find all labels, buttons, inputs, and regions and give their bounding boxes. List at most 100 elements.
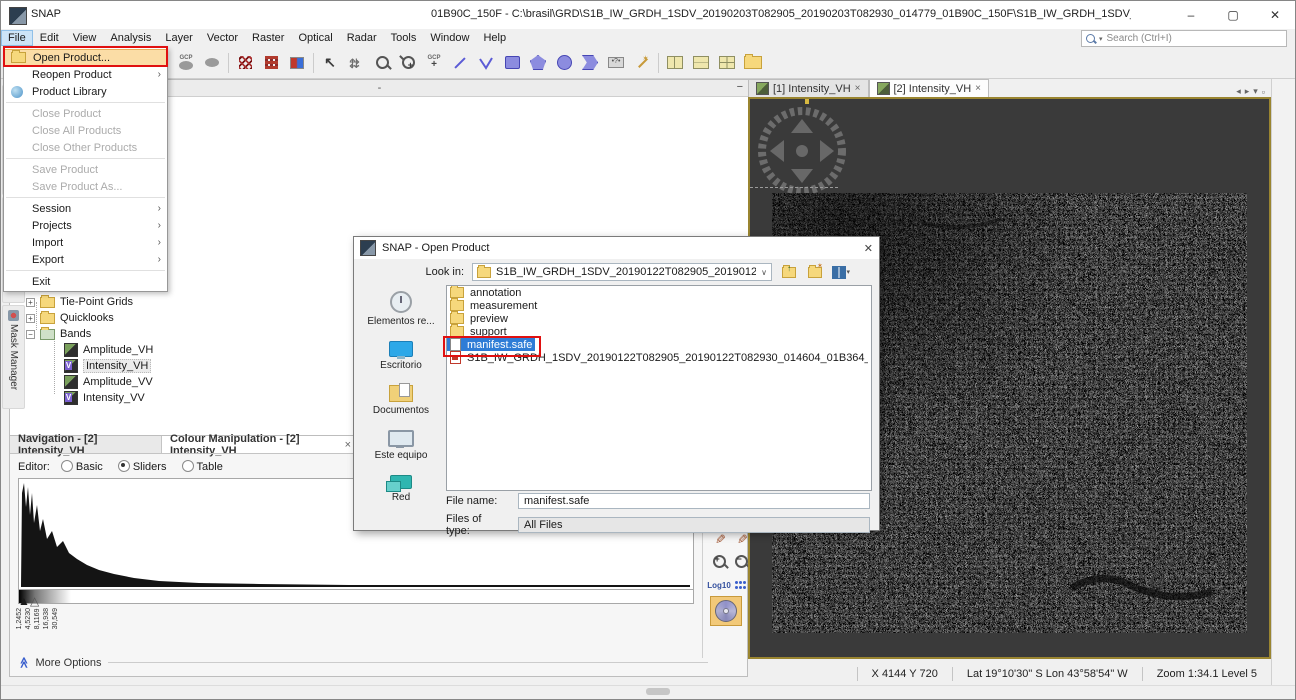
- tile-grid-icon[interactable]: [714, 51, 740, 75]
- ellipse-draw-icon[interactable]: [551, 51, 577, 75]
- tile-horizontally-icon[interactable]: [662, 51, 688, 75]
- tab-navigation[interactable]: Navigation - [2] Intensity_VH: [10, 436, 162, 454]
- file-row-report[interactable]: S1B_IW_GRDH_1SDV_20190122T082905_2019012…: [447, 351, 871, 364]
- place-documents[interactable]: Documentos: [361, 385, 441, 416]
- menu-window[interactable]: Window: [423, 30, 476, 46]
- pin-plus-icon[interactable]: +: [395, 51, 421, 75]
- tile-vertically-icon[interactable]: [688, 51, 714, 75]
- zoom-in-icon[interactable]: +: [708, 552, 730, 570]
- tab-colour-manipulation[interactable]: Colour Manipulation - [2] Intensity_VH ×: [162, 436, 360, 454]
- tree-item-bands[interactable]: − Bands: [26, 327, 91, 341]
- open-products-folder-icon[interactable]: [740, 51, 766, 75]
- pin-manager-icon[interactable]: [199, 51, 225, 75]
- dialog-title-bar[interactable]: SNAP - Open Product ✕: [354, 237, 879, 259]
- line-draw-icon[interactable]: [447, 51, 473, 75]
- menu-file[interactable]: File: [1, 30, 33, 46]
- search-input[interactable]: ▾ Search (Ctrl+I): [1081, 30, 1287, 47]
- horizontal-scrollbar-thumb[interactable]: [646, 688, 670, 695]
- menu-item-exit[interactable]: Exit: [4, 273, 167, 290]
- pan-tool-icon[interactable]: ⇅⇄: [343, 51, 369, 75]
- menu-optical[interactable]: Optical: [291, 30, 339, 46]
- folder-row-measurement[interactable]: measurement: [447, 299, 871, 312]
- more-options-row[interactable]: ≪ More Options: [18, 656, 708, 669]
- menu-help[interactable]: Help: [476, 30, 513, 46]
- tree-item-amplitude-vh[interactable]: Amplitude_VH: [64, 343, 153, 357]
- place-this-pc[interactable]: Este equipo: [361, 430, 441, 461]
- folder-row-support[interactable]: support: [447, 325, 871, 338]
- menu-item-projects[interactable]: Projects›: [4, 217, 167, 234]
- maximize-button[interactable]: ▢: [1213, 1, 1253, 29]
- pan-compass-control[interactable]: [756, 105, 848, 197]
- close-button[interactable]: ✕: [1255, 1, 1295, 29]
- graph-builder-icon[interactable]: [232, 51, 258, 75]
- file-name-input[interactable]: manifest.safe: [518, 493, 870, 509]
- menu-item-import[interactable]: Import›: [4, 234, 167, 251]
- tree-item-intensity-vv[interactable]: Intensity_VV: [64, 391, 145, 405]
- tree-item-intensity-vh[interactable]: Intensity_VH: [64, 359, 151, 373]
- folder-row-preview[interactable]: preview: [447, 312, 871, 325]
- menu-radar[interactable]: Radar: [340, 30, 384, 46]
- files-of-type-combobox[interactable]: All Files: [518, 517, 870, 533]
- slider-handle-dark[interactable]: ▲: [18, 596, 30, 606]
- scroll-tabs-left-icon[interactable]: ◂: [1236, 86, 1241, 97]
- expand-icon[interactable]: +: [26, 298, 35, 307]
- tab-close-icon[interactable]: ×: [975, 83, 981, 94]
- palette-chooser-button[interactable]: [710, 596, 742, 626]
- polygon-draw-icon[interactable]: [525, 51, 551, 75]
- polyline-draw-icon[interactable]: [473, 51, 499, 75]
- radio-basic[interactable]: Basic: [61, 461, 103, 473]
- menu-raster[interactable]: Raster: [245, 30, 291, 46]
- menu-vector[interactable]: Vector: [200, 30, 245, 46]
- tree-item-amplitude-vv[interactable]: Amplitude_VV: [64, 375, 153, 389]
- maximize-view-icon[interactable]: ▫: [1262, 87, 1265, 97]
- radio-sliders[interactable]: Sliders: [118, 461, 167, 473]
- minimize-button[interactable]: –: [1171, 1, 1211, 29]
- tab-close-icon[interactable]: ×: [345, 439, 351, 451]
- radio-table[interactable]: Table: [182, 461, 223, 473]
- zoom-tool-icon[interactable]: [369, 51, 395, 75]
- menu-view[interactable]: View: [66, 30, 104, 46]
- tree-item-quicklooks[interactable]: + Quicklooks: [26, 311, 114, 325]
- look-in-combobox[interactable]: S1B_IW_GRDH_1SDV_20190122T082905_2019012…: [472, 263, 772, 281]
- tab-image-1[interactable]: [1] Intensity_VH ×: [748, 79, 869, 97]
- menu-analysis[interactable]: Analysis: [103, 30, 158, 46]
- view-menu-button[interactable]: ▾: [832, 264, 850, 280]
- tab-close-icon[interactable]: ×: [855, 83, 861, 94]
- place-recent-items[interactable]: Elementos re...: [361, 291, 441, 327]
- menu-item-reopen-product[interactable]: Reopen Product›: [4, 66, 167, 83]
- dialog-close-icon[interactable]: ✕: [864, 242, 873, 255]
- select-tool-icon[interactable]: ↖: [317, 51, 343, 75]
- panel-minimize-icon[interactable]: −: [737, 81, 743, 93]
- folder-row-annotation[interactable]: annotation: [447, 286, 871, 299]
- tab-image-2[interactable]: [2] Intensity_VH ×: [869, 79, 990, 97]
- new-folder-button[interactable]: [806, 264, 824, 280]
- file-row-manifest[interactable]: manifest.safe: [447, 338, 871, 351]
- log10-toggle[interactable]: Log10: [708, 576, 730, 594]
- pixel-info-icon[interactable]: •?•: [603, 51, 629, 75]
- menu-tools[interactable]: Tools: [384, 30, 424, 46]
- tab-list-dropdown-icon[interactable]: ▾: [1253, 86, 1258, 97]
- menu-item-export[interactable]: Export›: [4, 251, 167, 268]
- expand-icon[interactable]: +: [26, 314, 35, 323]
- menu-edit[interactable]: Edit: [33, 30, 66, 46]
- menu-item-open-product[interactable]: Open Product...: [4, 49, 167, 66]
- batch-processing-icon[interactable]: [258, 51, 284, 75]
- menu-item-product-library[interactable]: Product Library: [4, 83, 167, 100]
- menu-item-session[interactable]: Session›: [4, 200, 167, 217]
- polygon-add-icon[interactable]: [577, 51, 603, 75]
- place-network[interactable]: Red: [361, 475, 441, 503]
- collapse-icon[interactable]: −: [26, 330, 35, 339]
- tree-item-tie-point-grids[interactable]: + Tie-Point Grids: [26, 295, 133, 309]
- slider-handle-light[interactable]: △: [30, 596, 39, 606]
- place-desktop[interactable]: Escritorio: [361, 341, 441, 371]
- gcp-plus-icon[interactable]: GCP+: [421, 51, 447, 75]
- menu-layer[interactable]: Layer: [158, 30, 200, 46]
- file-list[interactable]: annotation measurement preview support m…: [446, 285, 872, 491]
- gcp-manager-icon[interactable]: GCP: [173, 51, 199, 75]
- scroll-tabs-right-icon[interactable]: ▸: [1245, 86, 1250, 97]
- up-one-level-button[interactable]: [780, 264, 798, 280]
- dock-tab-mask-manager[interactable]: Mask Manager: [2, 305, 25, 409]
- read-product-icon[interactable]: [284, 51, 310, 75]
- magic-wand-icon[interactable]: ✶: [629, 51, 655, 75]
- rectangle-draw-icon[interactable]: [499, 51, 525, 75]
